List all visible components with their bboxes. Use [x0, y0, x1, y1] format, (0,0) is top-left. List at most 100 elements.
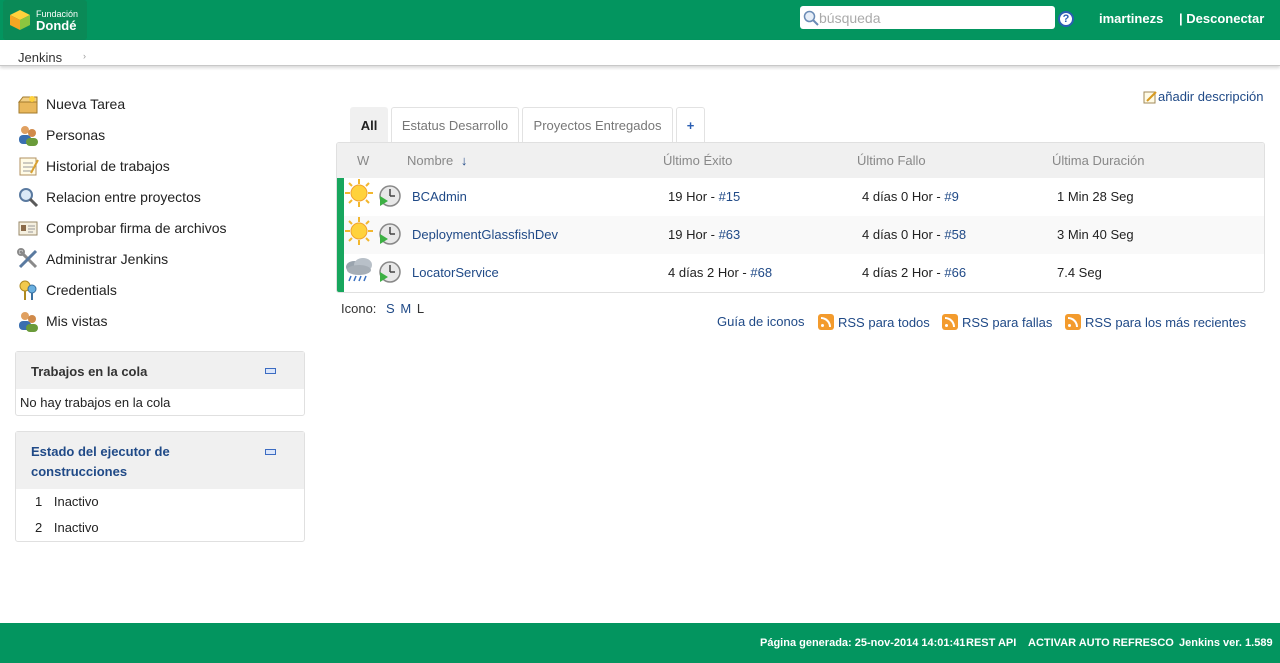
icon-size-label: Icono:: [341, 301, 377, 316]
tab-proyectos-entregados[interactable]: Proyectos Entregados: [522, 107, 673, 143]
task-label: Personas: [46, 126, 106, 143]
icon-size-medium[interactable]: M: [400, 301, 411, 316]
task-label: Mis vistas: [46, 312, 108, 329]
task-new-job[interactable]: Nueva Tarea: [17, 88, 227, 119]
last-duration: 7.4 Seg: [1057, 265, 1102, 280]
failure-time: 4 días 0 Hor -: [862, 227, 945, 242]
logo-text: Fundación Dondé: [36, 8, 78, 32]
job-name[interactable]: DeploymentGlassfishDev: [412, 227, 558, 242]
rest-api-link[interactable]: REST API: [966, 637, 1016, 649]
icon-size-small[interactable]: S: [386, 301, 395, 316]
task-manage-jenkins[interactable]: Administrar Jenkins: [17, 243, 227, 274]
task-label: Credentials: [46, 281, 117, 298]
success-build-link[interactable]: #15: [719, 189, 741, 204]
executors-title[interactable]: Estado del ejecutor de construcciones: [31, 432, 289, 482]
storm-icon: [346, 258, 372, 282]
table-row: DeploymentGlassfishDev 19 Hor - #63 4 dí…: [337, 216, 1264, 254]
cube-logo-icon: [10, 10, 30, 30]
col-name-label: Nombre: [407, 153, 454, 168]
executor-state: Inactivo: [53, 520, 99, 535]
people-icon: [19, 311, 38, 332]
breadcrumb: Jenkins ›: [0, 40, 1280, 66]
task-credentials[interactable]: Credentials: [17, 274, 227, 305]
task-build-history[interactable]: Historial de trabajos: [17, 150, 227, 181]
success-build-link[interactable]: #68: [750, 265, 772, 280]
add-description-link[interactable]: añadir descripción: [1158, 89, 1264, 104]
schedule-build-icon[interactable]: [378, 260, 402, 284]
tab-add-view[interactable]: +: [676, 107, 705, 143]
legend-link-wrap: Guía de iconos: [717, 314, 804, 329]
task-my-views[interactable]: Mis vistas: [17, 305, 227, 336]
executor-number: 2: [35, 520, 43, 535]
tab-estatus-desarrollo[interactable]: Estatus Desarrollo: [391, 107, 519, 143]
breadcrumb-arrow-icon[interactable]: ›: [83, 51, 86, 61]
col-last-failure[interactable]: Último Fallo: [857, 153, 926, 168]
success-build-link[interactable]: #63: [719, 227, 741, 242]
tab-all[interactable]: All: [350, 107, 388, 143]
help-icon[interactable]: ?: [1058, 11, 1074, 27]
last-success-cell: 19 Hor - #15: [668, 189, 740, 204]
last-success-cell: 19 Hor - #63: [668, 227, 740, 242]
fingerprint-icon: [18, 221, 38, 235]
build-queue-empty: No hay trabajos en la cola: [20, 395, 171, 410]
rss-latest-wrap[interactable]: RSS para los más recientes: [1065, 314, 1246, 330]
page-header: Fundación Dondé ? imartinezs | Desconect…: [0, 0, 1280, 40]
page-footer: Página generada: 25-nov-2014 14:01:41 RE…: [0, 623, 1280, 663]
logout-link[interactable]: | Desconectar: [1179, 11, 1264, 26]
job-name[interactable]: LocatorService: [412, 265, 499, 280]
keys-icon: [19, 280, 37, 300]
add-description[interactable]: añadir descripción: [1143, 89, 1264, 104]
executors-title-line1[interactable]: Estado del ejecutor de: [31, 444, 170, 459]
jenkins-version-link[interactable]: Jenkins ver. 1.589: [1179, 637, 1273, 649]
side-tasks: Nueva Tarea Personas Historial de trabaj…: [17, 88, 227, 336]
job-name-link[interactable]: DeploymentGlassfishDev: [412, 227, 558, 242]
col-weather[interactable]: W: [357, 153, 369, 168]
failure-build-link[interactable]: #66: [944, 265, 966, 280]
executors-title-line2[interactable]: construcciones: [31, 464, 127, 479]
task-people[interactable]: Personas: [17, 119, 227, 150]
failure-build-link[interactable]: #58: [944, 227, 966, 242]
col-last-success[interactable]: Último Éxito: [663, 153, 732, 168]
task-fingerprint[interactable]: Comprobar firma de archivos: [17, 212, 227, 243]
search-box: [800, 6, 1055, 29]
user-link[interactable]: imartinezs: [1099, 11, 1163, 26]
failure-build-link[interactable]: #9: [944, 189, 958, 204]
auto-refresh-link[interactable]: ACTIVAR AUTO REFRESCO: [1028, 637, 1174, 649]
failure-time: 4 días 0 Hor -: [862, 189, 945, 204]
logo[interactable]: Fundación Dondé: [3, 0, 87, 40]
search-icon: [803, 10, 819, 26]
task-label: Relacion entre proyectos: [46, 188, 201, 205]
task-project-relationship[interactable]: Relacion entre proyectos: [17, 181, 227, 212]
jobs-table-header: W Nombre ↓ Último Éxito Último Fallo Últ…: [337, 143, 1264, 178]
rss-icon: [1065, 314, 1081, 330]
notepad-icon: [19, 157, 39, 175]
collapse-icon[interactable]: [265, 449, 276, 455]
executor-state: Inactivo: [53, 494, 99, 509]
col-last-duration[interactable]: Última Duración: [1052, 153, 1144, 168]
col-name[interactable]: Nombre ↓: [407, 153, 467, 168]
success-time: 19 Hor -: [668, 189, 719, 204]
collapse-icon[interactable]: [265, 368, 276, 374]
rss-icon: [818, 314, 834, 330]
breadcrumb-jenkins[interactable]: Jenkins: [18, 50, 62, 65]
last-duration: 1 Min 28 Seg: [1057, 189, 1134, 204]
rss-failed-wrap[interactable]: RSS para fallas: [942, 314, 1052, 330]
last-failure-cell: 4 días 0 Hor - #58: [862, 227, 966, 242]
job-name[interactable]: BCAdmin: [412, 189, 467, 204]
legend-link[interactable]: Guía de iconos: [717, 314, 804, 329]
schedule-build-icon[interactable]: [378, 222, 402, 246]
rss-failed-link[interactable]: RSS para fallas: [962, 315, 1052, 330]
build-queue-pane: Trabajos en la cola No hay trabajos en l…: [15, 351, 305, 416]
rss-all-link[interactable]: RSS para todos: [838, 315, 930, 330]
job-name-link[interactable]: LocatorService: [412, 265, 499, 280]
job-name-link[interactable]: BCAdmin: [412, 189, 467, 204]
people-icon: [19, 125, 38, 146]
table-row: BCAdmin 19 Hor - #15 4 días 0 Hor - #9 1…: [337, 178, 1264, 216]
sunny-icon: [345, 217, 373, 245]
rss-latest-link[interactable]: RSS para los más recientes: [1085, 315, 1246, 330]
schedule-build-icon[interactable]: [378, 184, 402, 208]
table-row: LocatorService 4 días 2 Hor - #68 4 días…: [337, 254, 1264, 292]
search-input[interactable]: [819, 9, 1049, 26]
rss-all-wrap[interactable]: RSS para todos: [818, 314, 930, 330]
task-label: Comprobar firma de archivos: [46, 219, 227, 236]
